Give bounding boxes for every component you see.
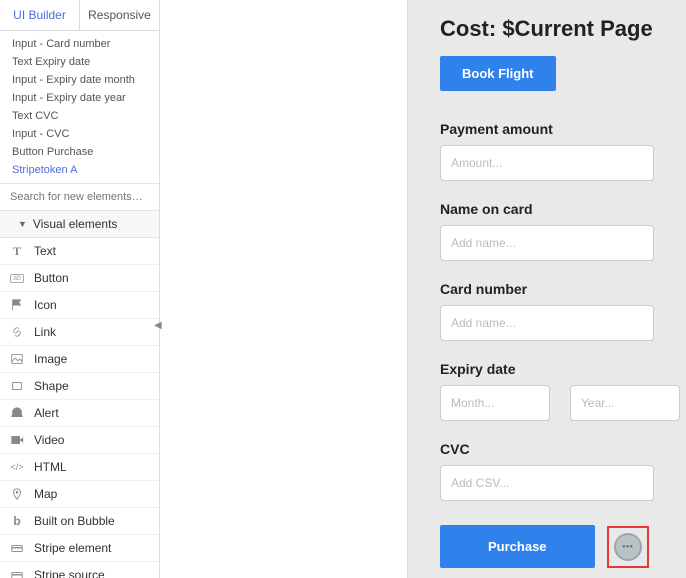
palette-item-label: Link xyxy=(34,325,56,339)
image-icon xyxy=(8,352,26,366)
field-cvc: CVC xyxy=(440,441,654,501)
purchase-row: Purchase ●●● xyxy=(440,525,654,568)
stripe-icon xyxy=(8,541,26,555)
palette-item-label: Built on Bubble xyxy=(34,514,115,528)
palette-item-link[interactable]: Link xyxy=(0,319,159,346)
section-label: Visual elements xyxy=(33,217,118,231)
stripe-token-element[interactable]: ●●● xyxy=(607,526,649,568)
flag-icon xyxy=(8,298,26,312)
palette-item-label: Map xyxy=(34,487,57,501)
label-payment-amount: Payment amount xyxy=(440,121,654,137)
field-card-number: Card number xyxy=(440,281,654,341)
tree-item-selected[interactable]: Stripetoken A xyxy=(0,161,159,179)
tree-item[interactable]: Button Purchase xyxy=(0,143,159,161)
palette-item-html[interactable]: </> HTML xyxy=(0,454,159,481)
palette-item-label: Image xyxy=(34,352,67,366)
input-expiry-year[interactable] xyxy=(570,385,680,421)
link-icon xyxy=(8,325,26,339)
section-visual-elements[interactable]: ▼ Visual elements xyxy=(0,211,159,238)
label-name-on-card: Name on card xyxy=(440,201,654,217)
palette-item-label: Stripe source xyxy=(34,568,105,578)
palette-item-alert[interactable]: Alert xyxy=(0,400,159,427)
palette-item-stripe-element[interactable]: Stripe element xyxy=(0,535,159,562)
purchase-button[interactable]: Purchase xyxy=(440,525,595,568)
input-cvc[interactable] xyxy=(440,465,654,501)
input-expiry-month[interactable] xyxy=(440,385,550,421)
palette-item-label: Alert xyxy=(34,406,59,420)
palette-item-built-on-bubble[interactable]: b Built on Bubble xyxy=(0,508,159,535)
palette-item-label: Stripe element xyxy=(34,541,111,555)
tree-item[interactable]: Text CVC xyxy=(0,107,159,125)
video-icon xyxy=(8,433,26,447)
label-expiry: Expiry date xyxy=(440,361,654,377)
canvas-gutter: ◀ xyxy=(160,0,408,578)
palette-item-label: Button xyxy=(34,271,69,285)
palette-item-label: Video xyxy=(34,433,64,447)
palette-item-label: Icon xyxy=(34,298,57,312)
stripe-token-icon: ●●● xyxy=(614,533,642,561)
palette-visual: T Textab Button Icon Link Image Shape Alert Vide… xyxy=(0,238,159,578)
collapse-left-icon[interactable]: ◀ xyxy=(154,320,160,334)
palette-item-shape[interactable]: Shape xyxy=(0,373,159,400)
elements-sidebar: UI Builder Responsive Input - Card numbe… xyxy=(0,0,160,578)
tree-item[interactable]: Text Expiry date xyxy=(0,53,159,71)
map-icon xyxy=(8,487,26,501)
palette-item-icon[interactable]: Icon xyxy=(0,292,159,319)
palette-item-map[interactable]: Map xyxy=(0,481,159,508)
shape-icon xyxy=(8,379,26,393)
input-name-on-card[interactable] xyxy=(440,225,654,261)
tree-item[interactable]: Input - Expiry date year xyxy=(0,89,159,107)
sidebar-tabs: UI Builder Responsive xyxy=(0,0,159,31)
input-card-number[interactable] xyxy=(440,305,654,341)
chevron-down-icon: ▼ xyxy=(18,219,27,229)
label-cvc: CVC xyxy=(440,441,654,457)
palette-item-button[interactable]: ab Button xyxy=(0,265,159,292)
tree-item[interactable]: Input - Expiry date month xyxy=(0,71,159,89)
html-icon: </> xyxy=(8,460,26,474)
palette-item-label: Shape xyxy=(34,379,69,393)
alert-icon xyxy=(8,406,26,420)
palette-item-label: Text xyxy=(34,244,56,258)
expiry-row xyxy=(440,385,654,421)
element-search xyxy=(0,183,159,211)
tree-item[interactable]: Input - CVC xyxy=(0,125,159,143)
palette-item-video[interactable]: Video xyxy=(0,427,159,454)
field-name-on-card: Name on card xyxy=(440,201,654,261)
label-card-number: Card number xyxy=(440,281,654,297)
input-payment-amount[interactable] xyxy=(440,145,654,181)
search-input[interactable] xyxy=(0,184,159,210)
stripe-icon xyxy=(8,568,26,578)
palette-item-stripe-source[interactable]: Stripe source xyxy=(0,562,159,578)
palette-item-text[interactable]: T Text xyxy=(0,238,159,265)
text-icon: T xyxy=(8,244,26,258)
app-root: UI Builder Responsive Input - Card numbe… xyxy=(0,0,686,578)
page-title: Cost: $Current Page xyxy=(440,16,654,42)
element-tree: Input - Card number Text Expiry date Inp… xyxy=(0,31,159,183)
field-expiry: Expiry date xyxy=(440,361,654,421)
field-payment-amount: Payment amount xyxy=(440,121,654,181)
canvas-preview: Cost: $Current Page Book Flight Payment … xyxy=(408,0,686,578)
button-icon: ab xyxy=(8,271,26,285)
tree-item[interactable]: Input - Card number xyxy=(0,35,159,53)
book-flight-button[interactable]: Book Flight xyxy=(440,56,556,91)
palette-item-label: HTML xyxy=(34,460,67,474)
tab-responsive[interactable]: Responsive xyxy=(80,0,159,30)
bubble-icon: b xyxy=(8,514,26,528)
tab-ui-builder[interactable]: UI Builder xyxy=(0,0,80,30)
palette-item-image[interactable]: Image xyxy=(0,346,159,373)
